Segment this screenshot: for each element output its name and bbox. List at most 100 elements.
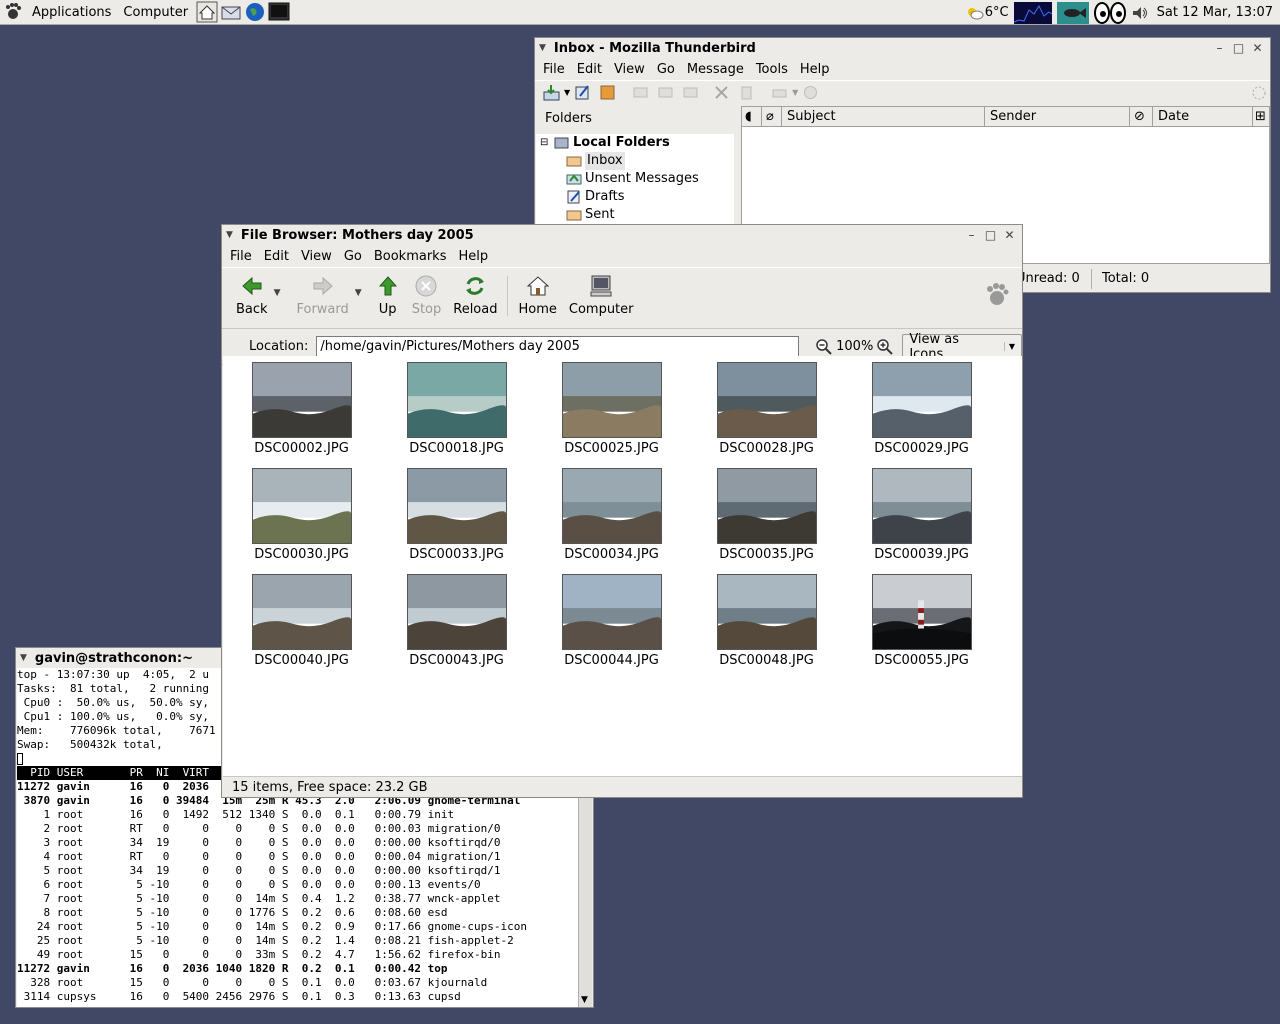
folder-local-folders[interactable]: ⊟ Local Folders [536, 134, 734, 152]
weather-icon[interactable] [966, 5, 984, 21]
window-menu-arrow-icon[interactable]: ▼ [226, 230, 233, 240]
back-label: Back [236, 302, 268, 317]
home-button[interactable]: Home [512, 274, 562, 317]
cpu-monitor-graph[interactable] [1013, 1, 1052, 24]
file-icon-item[interactable]: DSC00044.JPG [534, 574, 689, 668]
minimize-icon[interactable]: – [1210, 41, 1229, 55]
menu-file[interactable]: File [224, 249, 258, 264]
close-icon[interactable]: ✕ [1000, 228, 1019, 242]
zoom-in-icon[interactable] [876, 338, 894, 356]
get-mail-dropdown-icon[interactable]: ▼ [564, 88, 570, 97]
address-book-icon[interactable] [599, 84, 616, 101]
location-input[interactable]: /home/gavin/Pictures/Mothers day 2005 [316, 335, 800, 358]
window-menu-arrow-icon[interactable]: ▼ [20, 653, 27, 663]
column-date[interactable]: Date [1153, 107, 1253, 126]
file-icon-item[interactable]: DSC00030.JPG [224, 468, 379, 562]
forward-history-dropdown-icon[interactable]: ▼ [355, 288, 362, 298]
zoom-out-icon[interactable] [815, 338, 833, 356]
print-dropdown-icon[interactable]: ▼ [792, 88, 798, 97]
back-button[interactable]: Back [230, 274, 274, 317]
menu-help[interactable]: Help [452, 249, 494, 264]
reload-button[interactable]: Reload [447, 274, 503, 317]
reply-icon[interactable] [632, 84, 649, 101]
menu-edit[interactable]: Edit [258, 249, 295, 264]
thunderbird-titlebar[interactable]: ▼ Inbox - Mozilla Thunderbird – □ ✕ [535, 38, 1270, 58]
scroll-down-arrow-icon[interactable]: ▼ [581, 995, 588, 1005]
file-icon-item[interactable]: DSC00029.JPG [844, 362, 999, 456]
file-icon-item[interactable]: DSC00048.JPG [689, 574, 844, 668]
home-folder-launcher-icon[interactable] [196, 1, 218, 23]
forward-button[interactable]: Forward [290, 274, 354, 317]
delete-icon[interactable] [713, 84, 730, 101]
terminal-launcher-icon[interactable] [268, 1, 290, 23]
reply-all-icon[interactable] [657, 84, 674, 101]
file-icon-item[interactable]: DSC00028.JPG [689, 362, 844, 456]
junk-icon[interactable] [738, 84, 755, 101]
file-browser-titlebar[interactable]: ▼ File Browser: Mothers day 2005 – □ ✕ [222, 225, 1022, 245]
column-sender[interactable]: Sender [985, 107, 1130, 126]
weather-temperature[interactable]: 6°C [985, 5, 1009, 20]
menu-help[interactable]: Help [794, 62, 836, 77]
folder-inbox[interactable]: Inbox [536, 152, 734, 170]
mail-launcher-icon[interactable] [220, 1, 242, 23]
write-icon[interactable] [574, 84, 591, 101]
computer-menu[interactable]: Computer [117, 0, 194, 25]
web-browser-launcher-icon[interactable] [244, 1, 266, 23]
image-thumbnail [406, 468, 507, 544]
menu-file[interactable]: File [537, 62, 571, 77]
folder-sent[interactable]: Sent [536, 206, 734, 224]
column-picker-icon[interactable]: ⊞ [1253, 107, 1269, 126]
file-name: DSC00039.JPG [874, 547, 969, 562]
menu-view[interactable]: View [608, 62, 651, 77]
file-icon-item[interactable]: DSC00034.JPG [534, 468, 689, 562]
stop-icon[interactable] [802, 84, 819, 101]
maximize-icon[interactable]: □ [981, 228, 1000, 242]
menu-view[interactable]: View [295, 249, 338, 264]
file-icon-item[interactable]: DSC00055.JPG [844, 574, 999, 668]
file-icon-item[interactable]: DSC00040.JPG [224, 574, 379, 668]
print-icon[interactable] [771, 84, 788, 101]
zoom-level[interactable]: 100% [836, 339, 873, 354]
menu-message[interactable]: Message [681, 62, 750, 77]
collapse-icon[interactable]: ⊟ [540, 134, 550, 152]
file-icon-item[interactable]: DSC00018.JPG [379, 362, 534, 456]
forward-mail-icon[interactable] [682, 84, 699, 101]
clock[interactable]: Sat 12 Mar, 13:07 [1157, 5, 1273, 20]
menu-go[interactable]: Go [651, 62, 681, 77]
up-button[interactable]: Up [370, 274, 406, 317]
menu-go[interactable]: Go [338, 249, 368, 264]
attachment-column-icon[interactable]: ⌀ [762, 107, 782, 126]
file-icon-item[interactable]: DSC00035.JPG [689, 468, 844, 562]
gnome-foot-icon[interactable] [4, 2, 26, 22]
close-icon[interactable]: ✕ [1248, 41, 1267, 55]
stop-button[interactable]: Stop [406, 274, 448, 317]
file-icon-item[interactable]: DSC00043.JPG [379, 574, 534, 668]
file-icon-item[interactable]: DSC00039.JPG [844, 468, 999, 562]
folder-drafts[interactable]: Drafts [536, 188, 734, 206]
menu-bookmarks[interactable]: Bookmarks [368, 249, 453, 264]
file-icon-item[interactable]: DSC00002.JPG [224, 362, 379, 456]
volume-icon[interactable] [1131, 4, 1149, 22]
process-row: 4 root RT 0 0 0 0 S 0.0 0.0 0:00.04 migr… [17, 850, 501, 863]
minimize-icon[interactable]: – [962, 228, 981, 242]
get-mail-icon[interactable] [543, 84, 560, 101]
icon-view[interactable]: DSC00002.JPG DSC00018.JPG DSC00025.JPG DSC0… [223, 356, 1022, 776]
menu-tools[interactable]: Tools [750, 62, 794, 77]
fish-applet-icon[interactable] [1056, 1, 1089, 24]
up-arrow-icon [378, 276, 397, 296]
file-icon-item[interactable]: DSC00025.JPG [534, 362, 689, 456]
applications-menu[interactable]: Applications [26, 0, 117, 25]
folder-unsent-messages[interactable]: Unsent Messages [536, 170, 734, 188]
window-menu-arrow-icon[interactable]: ▼ [539, 43, 546, 53]
maximize-icon[interactable]: □ [1229, 41, 1248, 55]
back-history-dropdown-icon[interactable]: ▼ [274, 288, 281, 298]
computer-button[interactable]: Computer [563, 274, 640, 317]
junk-column-icon[interactable]: ⊘ [1130, 107, 1153, 126]
file-browser-menubar: File Edit View Go Bookmarks Help [222, 245, 1022, 267]
column-subject[interactable]: Subject [782, 107, 985, 126]
geyes-applet-icon[interactable] [1093, 1, 1126, 24]
stop-icon [415, 275, 437, 297]
thread-column-icon[interactable]: ◖ [742, 107, 762, 126]
menu-edit[interactable]: Edit [571, 62, 608, 77]
file-icon-item[interactable]: DSC00033.JPG [379, 468, 534, 562]
